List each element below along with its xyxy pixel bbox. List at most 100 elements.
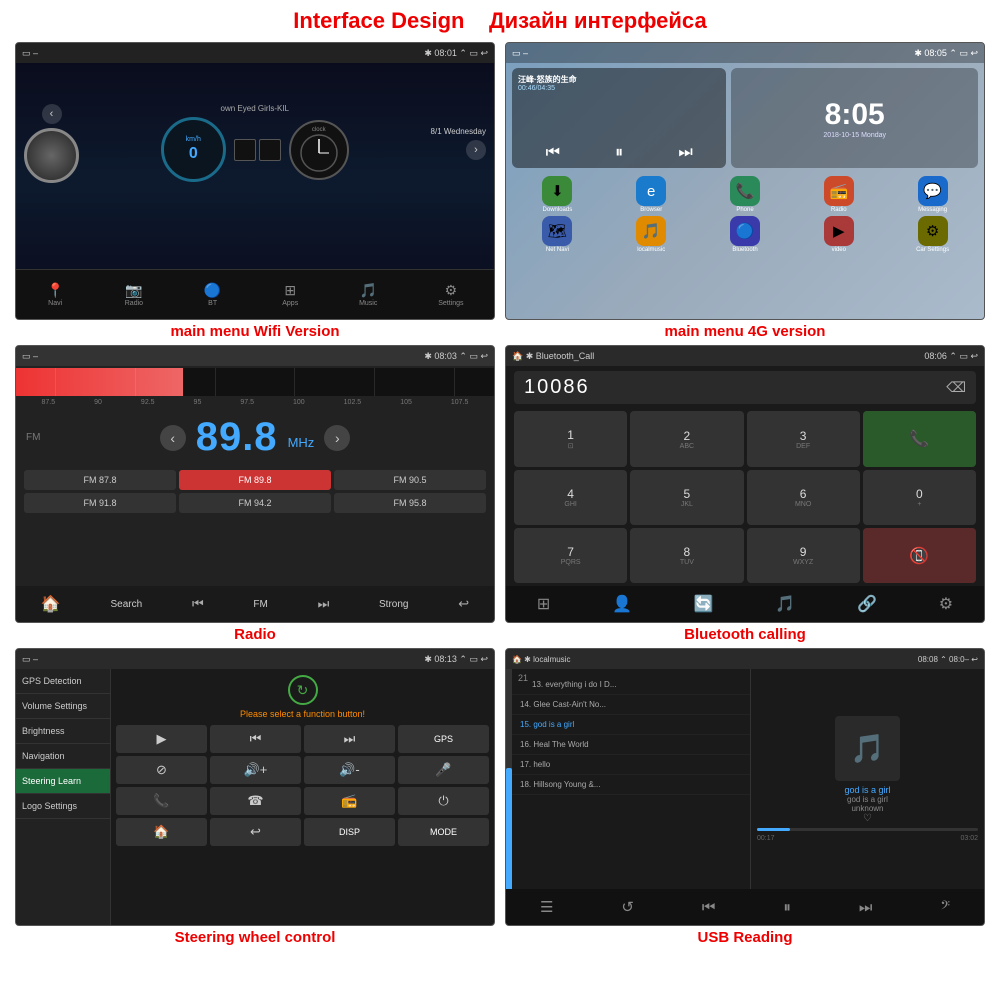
preset-2[interactable]: FM 89.8: [179, 470, 331, 490]
ctrl-prev[interactable]: ⏮: [210, 725, 301, 753]
ctrl-play[interactable]: ▶: [116, 725, 207, 753]
ctrl-call[interactable]: 📞: [116, 787, 207, 815]
ctrl-gps[interactable]: GPS: [398, 725, 489, 753]
app-localmusic[interactable]: 🎵 localmusic: [606, 216, 697, 253]
ctrl-radio[interactable]: 📻: [304, 787, 395, 815]
play-btn-4g[interactable]: ⏸: [615, 144, 623, 162]
radio-item[interactable]: 📷Radio: [125, 282, 143, 307]
playlist-item-15[interactable]: 15. god is a girl: [512, 715, 750, 735]
fm-toggle[interactable]: FM: [253, 599, 267, 610]
music-item[interactable]: 🎵Music: [359, 282, 377, 307]
key-5[interactable]: 5JKL: [630, 470, 743, 525]
home-btn-radio[interactable]: 🏠: [41, 594, 61, 614]
playlist-item-14[interactable]: 14. Glee Cast-Ain't No...: [512, 695, 750, 715]
backspace-icon[interactable]: ⌫: [946, 379, 966, 396]
usb-prev-icon[interactable]: ⏮: [702, 899, 716, 916]
clock-panel-4g: 8:05 2018-10-15 Monday: [731, 68, 978, 168]
key-3[interactable]: 3DEF: [747, 411, 860, 467]
bt-icon-5[interactable]: 🔗: [857, 594, 877, 614]
app-netnavi[interactable]: 🗺 Net Navi: [512, 216, 603, 253]
preset-5[interactable]: FM 94.2: [179, 493, 331, 513]
ctrl-back[interactable]: ↩: [210, 818, 301, 846]
strong-btn[interactable]: Strong: [379, 599, 408, 610]
ctrl-mute[interactable]: ⊘: [116, 756, 207, 784]
settings-item[interactable]: ⚙Settings: [438, 282, 463, 307]
app-browser[interactable]: e Browser: [606, 176, 697, 213]
cell-4g: ▭ – ✱ 08:05 ⌃ ▭ ↩ 汪峰·怒族的生命 00:46/04:35 ⏮…: [500, 39, 990, 342]
search-btn-radio[interactable]: Search: [111, 599, 143, 610]
key-6[interactable]: 6MNO: [747, 470, 860, 525]
call-green-btn[interactable]: 📞: [863, 411, 976, 467]
ctrl-home[interactable]: 🏠: [116, 818, 207, 846]
ctrl-next[interactable]: ⏭: [304, 725, 395, 753]
ctrl-volup[interactable]: 🔊+: [210, 756, 301, 784]
key-7[interactable]: 7PQRS: [514, 528, 627, 583]
back-btn-radio[interactable]: ↩: [458, 596, 469, 612]
preset-6[interactable]: FM 95.8: [334, 493, 486, 513]
app-phone[interactable]: 📞 Phone: [700, 176, 791, 213]
playlist-item-16[interactable]: 16. Heal The World: [512, 735, 750, 755]
bt-icon-4[interactable]: 🎵: [775, 594, 795, 614]
ctrl-hangup[interactable]: ☎: [210, 787, 301, 815]
app-downloads[interactable]: ⬇ Downloads: [512, 176, 603, 213]
playlist-item-18[interactable]: 18. Hillsong Young &...: [512, 775, 750, 795]
app-video[interactable]: ▶ video: [793, 216, 884, 253]
sidebar-volume[interactable]: Volume Settings: [16, 694, 110, 719]
sidebar-navigation[interactable]: Navigation: [16, 744, 110, 769]
playlist-num: 21: [512, 671, 750, 675]
playlist-item-13[interactable]: 13. everything i do I D...: [512, 675, 750, 695]
usb-next-icon[interactable]: ⏭: [859, 899, 873, 916]
call-red-btn[interactable]: 📵: [863, 528, 976, 583]
prev-btn-radio[interactable]: ⏮: [192, 596, 204, 612]
ctrl-power[interactable]: ⏻: [398, 787, 489, 815]
nav-item[interactable]: 📍Navi: [46, 282, 63, 307]
usb-playlist-icon[interactable]: ☰: [540, 898, 553, 916]
key-0plus[interactable]: 0+: [863, 470, 976, 525]
bt-icon-2[interactable]: 👤: [612, 594, 632, 614]
player-usb: 🎵 god is a girl god is a girl unknown ♡ …: [751, 669, 984, 889]
ctrl-voldown[interactable]: 🔊-: [304, 756, 395, 784]
topbar-steering: ▭ – ✱ 08:13 ⌃ ▭ ↩: [16, 649, 494, 669]
bt-icon-1[interactable]: ⊞: [537, 594, 550, 614]
key-1[interactable]: 1⊡: [514, 411, 627, 467]
usb-eq-icon[interactable]: 𝄢: [940, 899, 950, 916]
playlist-item-17[interactable]: 17. hello: [512, 755, 750, 775]
preset-3[interactable]: FM 90.5: [334, 470, 486, 490]
left-panel: ‹: [24, 104, 79, 183]
ctrl-mode[interactable]: MODE: [398, 818, 489, 846]
prev-btn-4g[interactable]: ⏮: [546, 144, 560, 162]
key-9[interactable]: 9WXYZ: [747, 528, 860, 583]
sidebar-logo[interactable]: Logo Settings: [16, 794, 110, 819]
next-btn-4g[interactable]: ⏭: [678, 144, 692, 162]
usb-shuffle-icon[interactable]: ↺: [621, 898, 634, 916]
next-btn-radio[interactable]: ⏭: [318, 596, 330, 612]
preset-4[interactable]: FM 91.8: [24, 493, 176, 513]
arrow-right[interactable]: ›: [324, 425, 350, 451]
app-carsettings[interactable]: ⚙ Car Settings: [887, 216, 978, 253]
sidebar-steering-learn[interactable]: Steering Learn: [16, 769, 110, 794]
bt-icon-6[interactable]: ⚙: [939, 594, 953, 614]
ctrl-disp[interactable]: DISP: [304, 818, 395, 846]
key-4[interactable]: 4GHI: [514, 470, 627, 525]
app-bluetooth[interactable]: 🔵 Bluetooth: [700, 216, 791, 253]
progress-bar-usb: [757, 828, 978, 831]
bt-item[interactable]: 🔵BT: [204, 282, 221, 307]
app-radio[interactable]: 📻 Radio: [793, 176, 884, 213]
apps-item[interactable]: ⊞Apps: [282, 282, 298, 307]
sidebar-brightness[interactable]: Brightness: [16, 719, 110, 744]
key-8[interactable]: 8TUV: [630, 528, 743, 583]
key-hash[interactable]: 📵: [863, 528, 976, 583]
nav-right[interactable]: ›: [466, 140, 486, 160]
arrow-left[interactable]: ‹: [160, 425, 186, 451]
ctrl-mic[interactable]: 🎤: [398, 756, 489, 784]
caption-bt: Bluetooth calling: [684, 626, 806, 643]
caption-steering: Steering wheel control: [175, 929, 336, 946]
preset-1[interactable]: FM 87.8: [24, 470, 176, 490]
key-star[interactable]: 📞: [863, 411, 976, 467]
sidebar-gps[interactable]: GPS Detection: [16, 669, 110, 694]
nav-left[interactable]: ‹: [42, 104, 62, 124]
key-2[interactable]: 2ABC: [630, 411, 743, 467]
app-msg[interactable]: 💬 Messaging: [887, 176, 978, 213]
bt-icon-3[interactable]: 🔄: [694, 594, 714, 614]
usb-play-icon[interactable]: ⏸: [783, 899, 791, 916]
